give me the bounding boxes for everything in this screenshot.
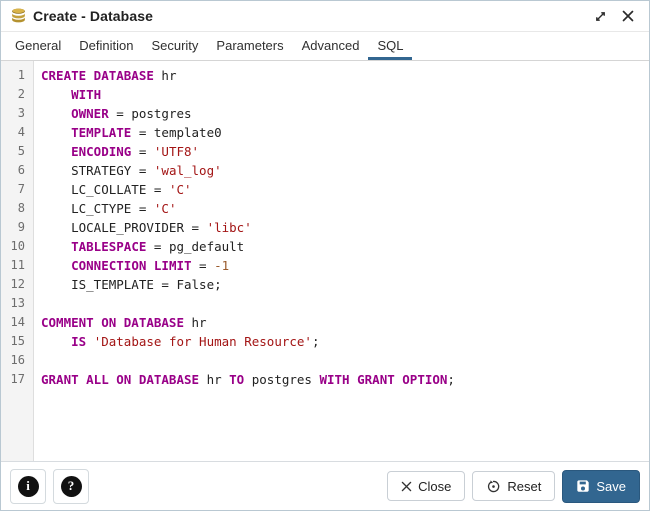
code-text: IS_TEMPLATE = False; xyxy=(33,275,222,294)
line-number: 12 xyxy=(1,275,33,294)
expand-diagonal-icon[interactable] xyxy=(589,5,611,27)
reset-icon xyxy=(486,479,501,494)
info-icon: i xyxy=(18,476,39,497)
code-line: 9 LOCALE_PROVIDER = 'libc' xyxy=(1,218,649,237)
close-button-label: Close xyxy=(418,479,451,494)
code-line: 4 TEMPLATE = template0 xyxy=(1,123,649,142)
line-number: 15 xyxy=(1,332,33,351)
code-text: LC_CTYPE = 'C' xyxy=(33,199,176,218)
code-text: CREATE DATABASE hr xyxy=(33,66,176,85)
tab-security[interactable]: Security xyxy=(142,32,207,60)
help-button[interactable]: ? xyxy=(53,469,89,504)
code-line: 14COMMENT ON DATABASE hr xyxy=(1,313,649,332)
line-number: 7 xyxy=(1,180,33,199)
code-line: 12 IS_TEMPLATE = False; xyxy=(1,275,649,294)
tab-general[interactable]: General xyxy=(6,32,70,60)
info-button[interactable]: i xyxy=(10,469,46,504)
tab-advanced[interactable]: Advanced xyxy=(293,32,369,60)
tab-bar: General Definition Security Parameters A… xyxy=(1,32,649,61)
save-button-label: Save xyxy=(596,479,626,494)
save-button[interactable]: Save xyxy=(562,470,640,503)
tab-parameters[interactable]: Parameters xyxy=(207,32,292,60)
line-number: 5 xyxy=(1,142,33,161)
titlebar: Create - Database xyxy=(1,1,649,32)
line-number: 10 xyxy=(1,237,33,256)
database-icon xyxy=(10,8,27,24)
code-text: TEMPLATE = template0 xyxy=(33,123,222,142)
code-text: STRATEGY = 'wal_log' xyxy=(33,161,222,180)
line-number: 2 xyxy=(1,85,33,104)
footer: i ? Close Reset Save xyxy=(1,461,649,510)
line-number: 17 xyxy=(1,370,33,389)
code-line: 2 WITH xyxy=(1,85,649,104)
code-text: TABLESPACE = pg_default xyxy=(33,237,244,256)
code-text xyxy=(33,351,41,370)
code-line: 13 xyxy=(1,294,649,313)
code-line: 8 LC_CTYPE = 'C' xyxy=(1,199,649,218)
line-number: 4 xyxy=(1,123,33,142)
line-number: 6 xyxy=(1,161,33,180)
line-number: 1 xyxy=(1,66,33,85)
code-text: GRANT ALL ON DATABASE hr TO postgres WIT… xyxy=(33,370,455,389)
create-database-dialog: Create - Database General Definition Sec… xyxy=(0,0,650,511)
close-x-icon xyxy=(401,481,412,492)
code-text xyxy=(33,294,41,313)
line-number: 16 xyxy=(1,351,33,370)
line-number: 3 xyxy=(1,104,33,123)
code-line: 6 STRATEGY = 'wal_log' xyxy=(1,161,649,180)
dialog-title: Create - Database xyxy=(33,8,153,24)
code-line: 1CREATE DATABASE hr xyxy=(1,66,649,85)
code-text: LC_COLLATE = 'C' xyxy=(33,180,192,199)
code-text: LOCALE_PROVIDER = 'libc' xyxy=(33,218,252,237)
code-text: IS 'Database for Human Resource'; xyxy=(33,332,319,351)
code-line: 5 ENCODING = 'UTF8' xyxy=(1,142,649,161)
line-number: 14 xyxy=(1,313,33,332)
code-line: 3 OWNER = postgres xyxy=(1,104,649,123)
code-line: 17GRANT ALL ON DATABASE hr TO postgres W… xyxy=(1,370,649,389)
reset-button-label: Reset xyxy=(507,479,541,494)
line-number: 9 xyxy=(1,218,33,237)
code-text: ENCODING = 'UTF8' xyxy=(33,142,199,161)
tab-definition[interactable]: Definition xyxy=(70,32,142,60)
reset-button[interactable]: Reset xyxy=(472,471,555,501)
code-text: OWNER = postgres xyxy=(33,104,192,123)
code-text: WITH xyxy=(33,85,101,104)
close-icon[interactable] xyxy=(617,5,639,27)
code-line: 16 xyxy=(1,351,649,370)
line-number: 13 xyxy=(1,294,33,313)
sql-editor[interactable]: 1CREATE DATABASE hr2 WITH3 OWNER = postg… xyxy=(1,61,649,461)
line-number: 11 xyxy=(1,256,33,275)
code-line: 11 CONNECTION LIMIT = -1 xyxy=(1,256,649,275)
tab-sql[interactable]: SQL xyxy=(368,32,412,60)
code-line: 7 LC_COLLATE = 'C' xyxy=(1,180,649,199)
line-number: 8 xyxy=(1,199,33,218)
code-line: 10 TABLESPACE = pg_default xyxy=(1,237,649,256)
code-text: CONNECTION LIMIT = -1 xyxy=(33,256,229,275)
save-floppy-icon xyxy=(576,479,590,493)
code-line: 15 IS 'Database for Human Resource'; xyxy=(1,332,649,351)
code-text: COMMENT ON DATABASE hr xyxy=(33,313,207,332)
close-button[interactable]: Close xyxy=(387,471,465,501)
help-icon: ? xyxy=(61,476,82,497)
